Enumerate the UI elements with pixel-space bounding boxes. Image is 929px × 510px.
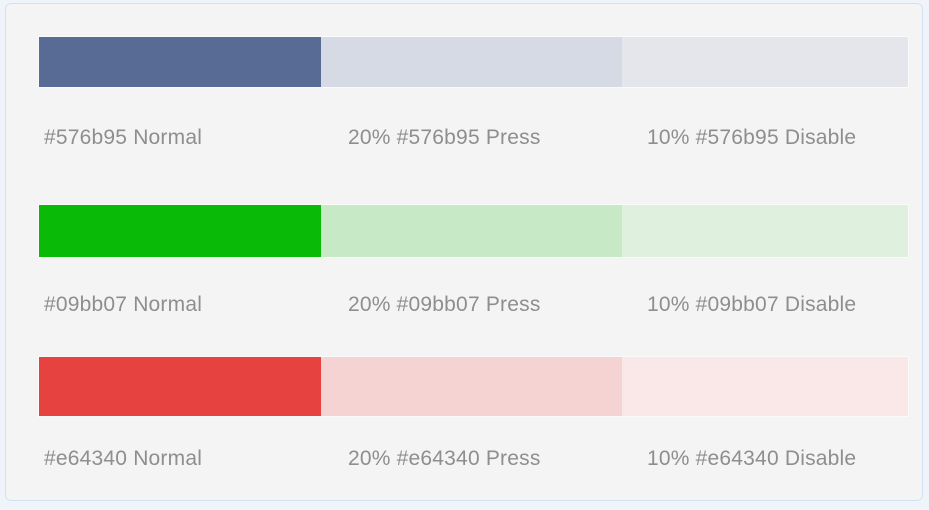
- caption-row-blue: #576b95 Normal 20% #576b95 Press 10% #57…: [38, 126, 909, 152]
- caption-row-red: #e64340 Normal 20% #e64340 Press 10% #e6…: [38, 447, 909, 473]
- swatch-blue-disable[interactable]: [622, 37, 908, 87]
- swatch-green-press[interactable]: [321, 205, 623, 257]
- swatch-red-normal[interactable]: [39, 357, 322, 416]
- swatch-red-press[interactable]: [321, 357, 623, 416]
- swatch-green-normal[interactable]: [39, 205, 322, 257]
- caption-red-disable: 10% #e64340 Disable: [647, 447, 857, 470]
- caption-green-press: 20% #09bb07 Press: [348, 293, 541, 316]
- swatch-green-disable[interactable]: [622, 205, 908, 257]
- swatch-bar-blue: [38, 36, 909, 88]
- caption-red-normal: #e64340 Normal: [44, 447, 203, 470]
- swatch-row-blue: [38, 36, 909, 88]
- caption-green-normal: #09bb07 Normal: [44, 293, 203, 316]
- caption-blue-normal: #576b95 Normal: [44, 126, 203, 149]
- caption-red-press: 20% #e64340 Press: [348, 447, 541, 470]
- caption-row-green: #09bb07 Normal 20% #09bb07 Press 10% #09…: [38, 293, 909, 319]
- caption-blue-press: 20% #576b95 Press: [348, 126, 541, 149]
- swatch-bar-red: [38, 356, 909, 417]
- swatch-red-disable[interactable]: [622, 357, 908, 416]
- swatch-row-red: [38, 356, 909, 417]
- swatch-row-green: [38, 204, 909, 258]
- swatch-bar-green: [38, 204, 909, 258]
- swatch-blue-normal[interactable]: [39, 37, 322, 87]
- caption-blue-disable: 10% #576b95 Disable: [647, 126, 857, 149]
- color-palette-card: #576b95 Normal 20% #576b95 Press 10% #57…: [5, 3, 923, 501]
- caption-green-disable: 10% #09bb07 Disable: [647, 293, 857, 316]
- swatch-blue-press[interactable]: [321, 37, 623, 87]
